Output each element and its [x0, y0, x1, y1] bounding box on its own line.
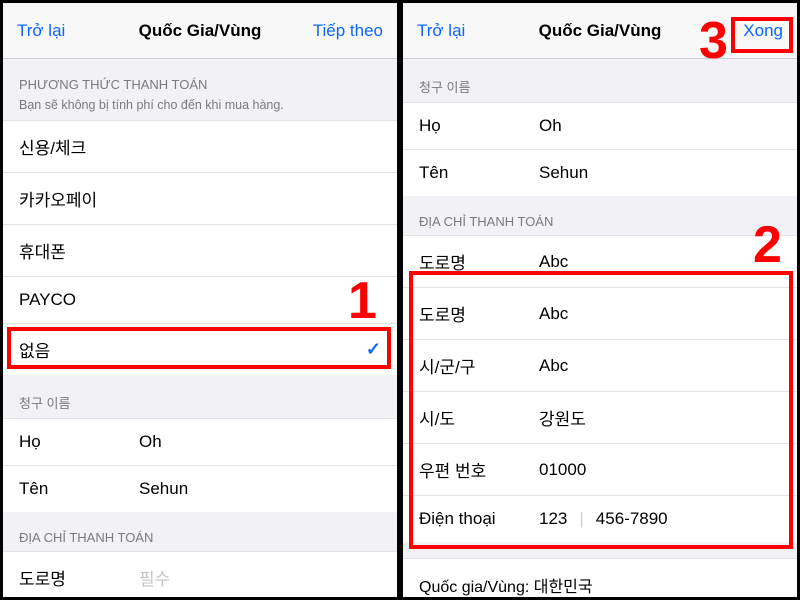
- last-name-value: Oh: [539, 116, 562, 136]
- first-name-value: Sehun: [139, 479, 188, 499]
- next-button[interactable]: Tiếp theo: [303, 21, 383, 41]
- billing-name-header: 청구 이름: [403, 59, 797, 102]
- last-name-row[interactable]: Họ Oh: [3, 418, 397, 465]
- street-label: 도로명: [19, 565, 139, 590]
- back-button[interactable]: Trở lại: [417, 21, 497, 41]
- phone-separator: |: [579, 509, 583, 529]
- address-value: Abc: [539, 356, 568, 376]
- address-row[interactable]: 도로명 Abc: [403, 287, 797, 339]
- payment-section-header: PHƯƠNG THỨC THANH TOÁN: [3, 59, 397, 98]
- address-row[interactable]: 시/도 강원도: [403, 391, 797, 443]
- address-row[interactable]: 도로명 Abc: [403, 235, 797, 287]
- country-region-row[interactable]: Quốc gia/Vùng: 대한민국: [403, 558, 797, 600]
- payment-option-none[interactable]: 없음 ✓: [3, 323, 397, 375]
- address-label: 도로명: [419, 249, 539, 274]
- address-value: Abc: [539, 304, 568, 324]
- address-row[interactable]: 우편 번호 01000: [403, 443, 797, 495]
- first-name-row[interactable]: Tên Sehun: [403, 149, 797, 196]
- back-button[interactable]: Trở lại: [17, 21, 97, 41]
- first-name-label: Tên: [419, 163, 539, 183]
- payment-option-label: PAYCO: [19, 290, 76, 310]
- payment-option[interactable]: PAYCO: [3, 276, 397, 323]
- nav-bar: Trở lại Quốc Gia/Vùng Tiếp theo: [3, 3, 397, 59]
- nav-title: Quốc Gia/Vùng: [497, 21, 703, 41]
- payment-option-label: 카카오페이: [19, 186, 97, 211]
- last-name-label: Họ: [19, 432, 139, 452]
- phone-prefix: 123: [539, 509, 567, 529]
- phone-row[interactable]: Điện thoại 123 | 456-7890: [403, 495, 797, 542]
- payment-section-sub: Bạn sẽ không bị tính phí cho đến khi mua…: [3, 98, 397, 120]
- address-row[interactable]: 시/군/구 Abc: [403, 339, 797, 391]
- address-label: 시/도: [419, 405, 539, 430]
- billing-name-header: 청구 이름: [3, 375, 397, 418]
- payment-option[interactable]: 신용/체크: [3, 120, 397, 172]
- address-label: 도로명: [419, 301, 539, 326]
- payment-option-label: 휴대폰: [19, 238, 66, 263]
- address-value: 01000: [539, 460, 586, 480]
- payment-option[interactable]: 휴대폰: [3, 224, 397, 276]
- street-row[interactable]: 도로명 필수: [3, 551, 397, 600]
- done-button[interactable]: Xong: [703, 21, 783, 41]
- payment-option-label: 신용/체크: [19, 134, 86, 159]
- last-name-row[interactable]: Họ Oh: [403, 102, 797, 149]
- address-label: 시/군/구: [419, 353, 539, 378]
- address-label: 우편 번호: [419, 457, 539, 482]
- payment-option[interactable]: 카카오페이: [3, 172, 397, 224]
- right-panel: Trở lại Quốc Gia/Vùng Xong 청구 이름 Họ Oh T…: [400, 0, 800, 600]
- first-name-value: Sehun: [539, 163, 588, 183]
- last-name-value: Oh: [139, 432, 162, 452]
- address-value: Abc: [539, 252, 568, 272]
- left-panel: Trở lại Quốc Gia/Vùng Tiếp theo PHƯƠNG T…: [0, 0, 400, 600]
- payment-option-label: 없음: [19, 337, 50, 362]
- phone-number: 456-7890: [596, 509, 668, 529]
- street-placeholder: 필수: [139, 565, 170, 590]
- billing-address-header: ĐỊA CHỈ THANH TOÁN: [3, 512, 397, 551]
- nav-title: Quốc Gia/Vùng: [97, 21, 303, 41]
- last-name-label: Họ: [419, 116, 539, 136]
- address-value: 강원도: [539, 405, 586, 430]
- phone-label: Điện thoại: [419, 509, 539, 529]
- checkmark-icon: ✓: [366, 339, 381, 360]
- nav-bar: Trở lại Quốc Gia/Vùng Xong: [403, 3, 797, 59]
- first-name-label: Tên: [19, 479, 139, 499]
- billing-address-header: ĐỊA CHỈ THANH TOÁN: [403, 196, 797, 235]
- first-name-row[interactable]: Tên Sehun: [3, 465, 397, 512]
